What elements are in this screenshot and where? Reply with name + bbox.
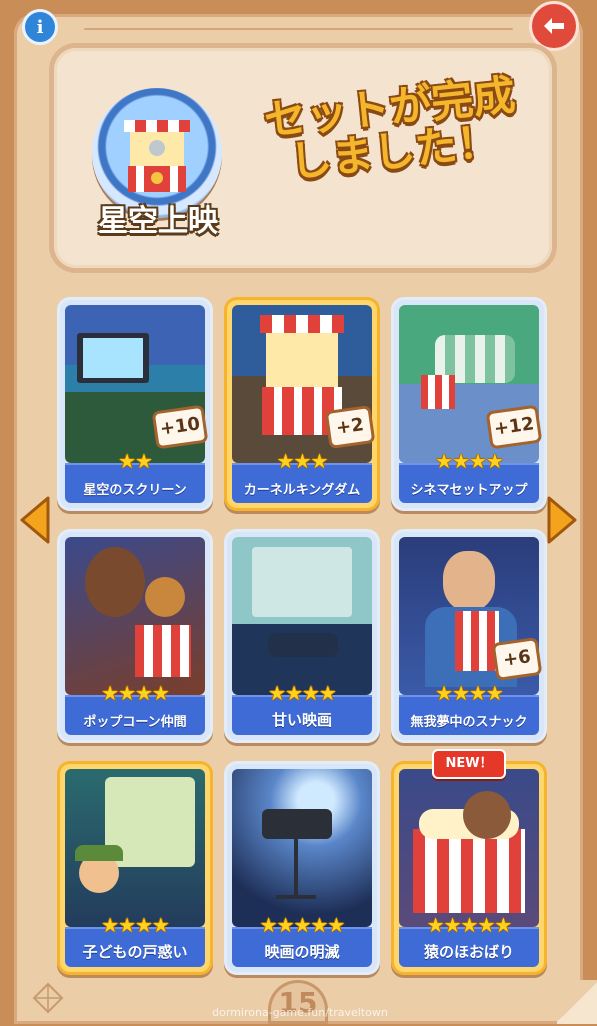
star-rating: ★★★★ <box>435 449 504 473</box>
star-rating: ★★★★★ <box>259 913 346 937</box>
new-badge: NEW！ <box>432 749 506 779</box>
kite-icon <box>32 982 64 1014</box>
card-movie-flicker[interactable]: ★★★★★ 映画の明滅 <box>227 764 377 972</box>
back-button[interactable] <box>529 1 579 51</box>
card-colonel-kingdom[interactable]: +2 ★★★ カーネルキングダム <box>227 300 377 508</box>
page-top-divider <box>84 28 513 30</box>
chevron-right-icon <box>547 496 577 544</box>
card-title: 猿のほおばり <box>423 943 514 961</box>
star-rating: ★★★★ <box>268 681 337 705</box>
page-curl <box>557 980 597 1024</box>
card-art <box>232 769 372 927</box>
card-cinema-setup[interactable]: +12 ★★★★ シネマセットアップ <box>394 300 544 508</box>
card-monkey-stuffing[interactable]: ★★★★★ 猿のほおばり <box>394 764 544 972</box>
next-page-button[interactable] <box>545 494 579 546</box>
card-popcorn-buddies[interactable]: ★★★★ ポップコーン仲間 <box>60 532 210 740</box>
card-label-bar: ★★★★★ 映画の明滅 <box>232 913 372 967</box>
card-label-bar: ★★★ カーネルキングダム <box>232 449 372 503</box>
card-title: 映画の明滅 <box>264 943 340 961</box>
card-art <box>65 769 205 927</box>
bonus-badge: +12 <box>485 404 543 450</box>
back-arrow-icon <box>544 18 564 34</box>
popcorn-stall-icon <box>124 120 190 192</box>
watermark: dormirona-game.fun/traveltown <box>212 1006 388 1019</box>
chevron-left-icon <box>20 496 50 544</box>
card-label-bar: ★★★★ 子どもの戸惑い <box>65 913 205 967</box>
card-kids-confusion[interactable]: ★★★★ 子どもの戸惑い <box>60 764 210 972</box>
previous-page-button[interactable] <box>18 494 52 546</box>
card-title: シネマセットアップ <box>410 483 528 498</box>
card-title: カーネルキングダム <box>243 483 361 498</box>
card-starry-screen[interactable]: +10 ★★ 星空のスクリーン <box>60 300 210 508</box>
bonus-badge: +2 <box>324 404 376 450</box>
card-title: 甘い映画 <box>271 711 332 729</box>
bonus-badge: +6 <box>491 636 543 682</box>
card-title: 子どもの戸惑い <box>82 943 188 961</box>
card-art <box>399 769 539 927</box>
card-art <box>65 537 205 695</box>
card-art <box>232 537 372 695</box>
star-rating: ★★★★ <box>101 913 170 937</box>
card-title: 星空のスクリーン <box>83 483 187 498</box>
set-name-label: 星空上映 <box>98 204 218 239</box>
star-rating: ★★ <box>118 449 153 473</box>
card-label-bar: ★★★★ ポップコーン仲間 <box>65 681 205 735</box>
bonus-badge: +10 <box>151 404 209 450</box>
card-label-bar: ★★★★ 無我夢中のスナック <box>399 681 539 735</box>
card-label-bar: ★★★★★ 猿のほおばり <box>399 913 539 967</box>
star-rating: ★★★ <box>276 449 329 473</box>
info-icon: i <box>36 16 44 38</box>
card-label-bar: ★★★★ 甘い映画 <box>232 681 372 735</box>
star-rating: ★★★★ <box>435 681 504 705</box>
card-title: ポップコーン仲間 <box>83 715 187 730</box>
card-sweet-movie[interactable]: ★★★★ 甘い映画 <box>227 532 377 740</box>
card-title: 無我夢中のスナック <box>410 715 528 730</box>
card-label-bar: ★★ 星空のスクリーン <box>65 449 205 503</box>
card-absorbed-snack[interactable]: +6 ★★★★ 無我夢中のスナック <box>394 532 544 740</box>
star-rating: ★★★★ <box>101 681 170 705</box>
info-button[interactable]: i <box>22 9 58 45</box>
card-label-bar: ★★★★ シネマセットアップ <box>399 449 539 503</box>
card-grid: +10 ★★ 星空のスクリーン +2 ★★★ カーネルキングダム +12 ★★★… <box>60 300 544 972</box>
star-rating: ★★★★★ <box>426 913 513 937</box>
